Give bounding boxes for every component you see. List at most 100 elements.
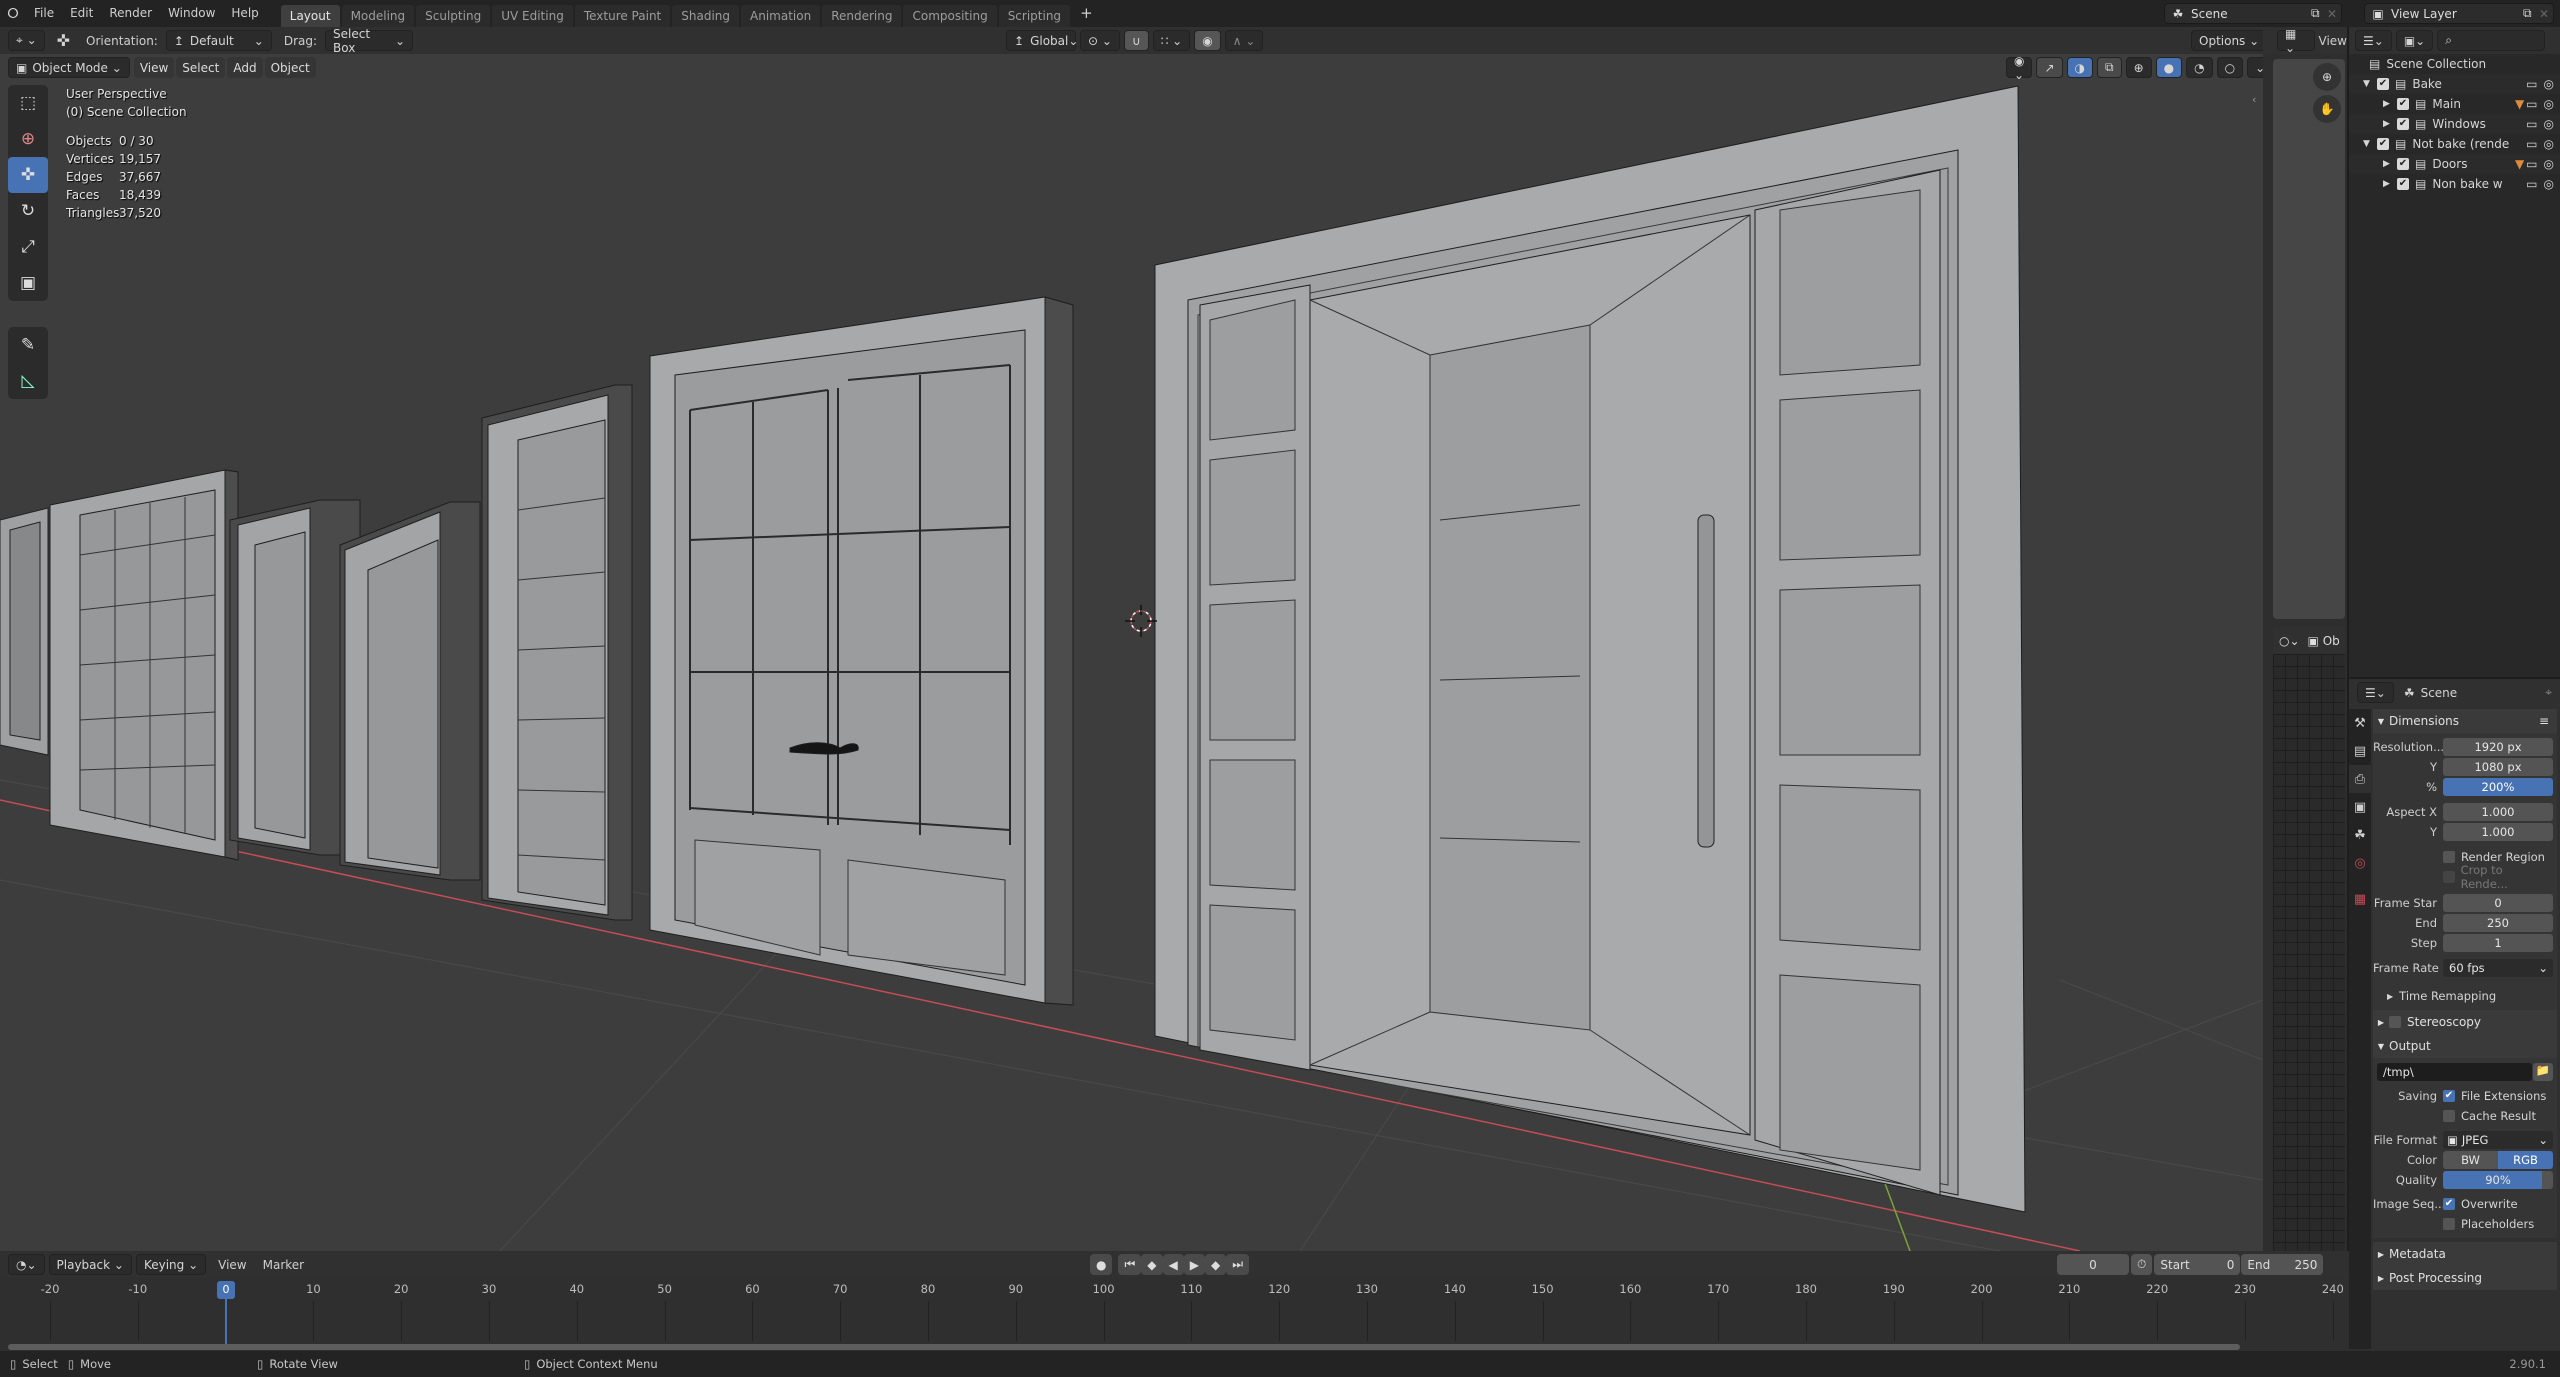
crop-check[interactable] bbox=[2442, 871, 2455, 883]
panel-output-header[interactable]: ▼ Output bbox=[2373, 1034, 2557, 1058]
timeline-scrollbar[interactable] bbox=[8, 1344, 2240, 1350]
play-reverse-button[interactable]: ◀ bbox=[1162, 1254, 1184, 1275]
tab-shading[interactable]: Shading bbox=[672, 5, 739, 27]
aspect-y-field[interactable]: 1.000 bbox=[2443, 823, 2553, 841]
render-region-check[interactable] bbox=[2443, 851, 2455, 863]
exclude-checkbox[interactable]: ✔ bbox=[2377, 138, 2389, 150]
pan-view-button[interactable]: ✋ bbox=[2313, 95, 2341, 123]
placeholders-checkbox[interactable] bbox=[2443, 1218, 2455, 1230]
crop-checkbox[interactable]: Crop to Rende... bbox=[2373, 863, 2553, 891]
expand-arrow-icon[interactable]: ▶ bbox=[2383, 99, 2397, 109]
tab-animation[interactable]: Animation bbox=[741, 5, 821, 27]
viewport-visibility-icon[interactable]: ▭ bbox=[2526, 117, 2537, 131]
outliner-item[interactable]: ▼ ✔ ▤ Not bake (rende ▭ ◎ bbox=[2349, 134, 2560, 154]
tab-texture[interactable]: ▦ bbox=[2349, 885, 2371, 913]
exclude-checkbox[interactable]: ✔ bbox=[2397, 98, 2409, 110]
editor-type-dropdown[interactable]: ▦ ⌄ bbox=[2277, 27, 2315, 55]
uv-sync-icon[interactable]: ○⌄ bbox=[2279, 634, 2300, 648]
start-frame-field[interactable]: Start 0 bbox=[2154, 1254, 2241, 1275]
add-workspace-button[interactable]: + bbox=[1072, 0, 1101, 27]
jump-end-button[interactable]: ⏭ bbox=[1226, 1254, 1250, 1275]
menu-help[interactable]: Help bbox=[223, 0, 266, 27]
exclude-checkbox[interactable]: ✔ bbox=[2397, 118, 2409, 130]
tab-texture-paint[interactable]: Texture Paint bbox=[574, 5, 671, 27]
view-layer-selector[interactable]: ▣ View Layer ⧉ ✕ bbox=[2364, 3, 2554, 24]
expand-arrow-icon[interactable]: ▼ bbox=[2363, 139, 2377, 149]
timeline-ruler[interactable]: -20 -10 10 20 30 40 50 60 70 80 90 100 110 120 130 140 1… bbox=[0, 1278, 2349, 1351]
stereoscopy-checkbox[interactable] bbox=[2389, 1016, 2401, 1028]
color-bw-button[interactable]: BW bbox=[2443, 1151, 2498, 1169]
tab-scene[interactable]: ☘ bbox=[2349, 821, 2371, 849]
outliner-item[interactable]: ▶ ✔ ▤ Non bake w ▭ ◎ bbox=[2349, 174, 2560, 194]
aspect-x-field[interactable]: 1.000 bbox=[2443, 803, 2553, 821]
transform-tool[interactable]: ▣ bbox=[8, 265, 48, 301]
outliner-search-field[interactable]: ⌕ bbox=[2437, 30, 2546, 51]
render-visibility-icon[interactable]: ◎ bbox=[2544, 137, 2554, 151]
tab-view-layer[interactable]: ▣ bbox=[2349, 793, 2371, 821]
panel-dimensions-header[interactable]: ▼ Dimensions ≡ bbox=[2373, 709, 2557, 733]
image-canvas[interactable] bbox=[2273, 59, 2345, 619]
outliner-root[interactable]: ▤ Scene Collection bbox=[2349, 54, 2560, 74]
resolution-y-field[interactable]: 1080 px bbox=[2443, 758, 2553, 776]
panel-metadata-header[interactable]: ▶ Metadata bbox=[2373, 1242, 2557, 1266]
outliner-item[interactable]: ▶ ✔ ▤ Windows ▭ ◎ bbox=[2349, 114, 2560, 134]
frame-start-field[interactable]: 0 bbox=[2443, 894, 2553, 912]
exclude-checkbox[interactable]: ✔ bbox=[2377, 78, 2389, 90]
zoom-view-button[interactable]: ⊕ bbox=[2313, 63, 2341, 91]
preview-range-toggle[interactable]: ⏱ bbox=[2131, 1254, 2153, 1275]
viewport-visibility-icon[interactable]: ▭ bbox=[2526, 177, 2537, 191]
viewport-visibility-icon[interactable]: ▭ bbox=[2526, 97, 2537, 111]
viewport-visibility-icon[interactable]: ▭ bbox=[2526, 157, 2537, 171]
resolution-percent-field[interactable]: 200% bbox=[2443, 778, 2553, 796]
current-frame-field[interactable]: 0 bbox=[2057, 1254, 2129, 1275]
display-mode-dropdown[interactable]: ☰⌄ bbox=[2355, 30, 2392, 51]
sidebar-toggle-icon[interactable]: ‹ bbox=[2252, 93, 2256, 106]
expand-arrow-icon[interactable]: ▶ bbox=[2383, 119, 2397, 129]
render-visibility-icon[interactable]: ◎ bbox=[2544, 97, 2554, 111]
panel-stereoscopy-header[interactable]: ▶ Stereoscopy bbox=[2373, 1010, 2557, 1034]
blender-logo-icon[interactable]: ⭘ bbox=[0, 6, 26, 22]
new-scene-icon[interactable]: ⧉ bbox=[2311, 6, 2327, 21]
folder-icon[interactable]: 📁 bbox=[2533, 1063, 2553, 1081]
tab-tool[interactable]: ⚒ bbox=[2349, 709, 2371, 737]
outliner-item[interactable]: ▶ ✔ ▤ Doors ▼ ▭ ◎ bbox=[2349, 154, 2560, 174]
scene-selector[interactable]: ☘ Scene ⧉ ✕ bbox=[2164, 3, 2342, 24]
remove-view-layer-icon[interactable]: ✕ bbox=[2539, 7, 2553, 21]
marker-menu[interactable]: Marker bbox=[263, 1258, 304, 1272]
expand-arrow-icon[interactable]: ▼ bbox=[2363, 79, 2377, 89]
resolution-x-field[interactable]: 1920 px bbox=[2443, 738, 2553, 756]
annotate-tool[interactable]: ✎ bbox=[8, 327, 48, 363]
rotate-tool[interactable]: ↻ bbox=[8, 193, 48, 229]
overwrite-checkbox[interactable]: ✔ bbox=[2443, 1198, 2455, 1210]
render-visibility-icon[interactable]: ◎ bbox=[2544, 77, 2554, 91]
frame-end-field[interactable]: 250 bbox=[2443, 914, 2553, 932]
playhead[interactable]: 0 bbox=[217, 1281, 235, 1299]
render-visibility-icon[interactable]: ◎ bbox=[2544, 157, 2554, 171]
measure-tool[interactable]: ◺ bbox=[8, 363, 48, 399]
tab-uv-editing[interactable]: UV Editing bbox=[492, 5, 573, 27]
tab-world[interactable]: ◎ bbox=[2349, 849, 2371, 877]
3d-viewport[interactable]: ⌖ ⌄ ✜ Orientation: ↥ Default ⌄ Drag: Selec… bbox=[0, 27, 2263, 1251]
tab-render[interactable]: ▤ bbox=[2349, 737, 2371, 765]
end-frame-field[interactable]: End 250 bbox=[2241, 1254, 2324, 1275]
color-rgb-button[interactable]: RGB bbox=[2498, 1151, 2553, 1169]
tab-layout[interactable]: Layout bbox=[280, 5, 340, 27]
exclude-checkbox[interactable]: ✔ bbox=[2397, 158, 2409, 170]
frame-rate-dropdown[interactable]: 60 fps ⌄ bbox=[2443, 959, 2553, 977]
prev-keyframe-button[interactable]: ◆ bbox=[1141, 1254, 1163, 1275]
menu-window[interactable]: Window bbox=[160, 0, 223, 27]
menu-file[interactable]: File bbox=[26, 0, 62, 27]
viewport-visibility-icon[interactable]: ▭ bbox=[2526, 77, 2537, 91]
image-editor[interactable]: ▦ ⌄ View ⊕ ✋ ○⌄ ▣ Ob bbox=[2263, 27, 2347, 1251]
view-layer-name[interactable]: View Layer bbox=[2391, 7, 2523, 21]
scale-tool[interactable]: ⤢ bbox=[8, 229, 48, 265]
play-button[interactable]: ▶ bbox=[1183, 1254, 1205, 1275]
new-view-layer-icon[interactable]: ⧉ bbox=[2523, 6, 2539, 21]
expand-arrow-icon[interactable]: ▶ bbox=[2383, 179, 2397, 189]
tab-rendering[interactable]: Rendering bbox=[822, 5, 902, 27]
expand-arrow-icon[interactable]: ▶ bbox=[2383, 159, 2397, 169]
menu-edit[interactable]: Edit bbox=[62, 0, 101, 27]
outliner-item[interactable]: ▼ ✔ ▤ Bake ▭ ◎ bbox=[2349, 74, 2560, 94]
image-editor-view-menu[interactable]: View bbox=[2319, 34, 2347, 48]
tab-modeling[interactable]: Modeling bbox=[341, 5, 415, 27]
